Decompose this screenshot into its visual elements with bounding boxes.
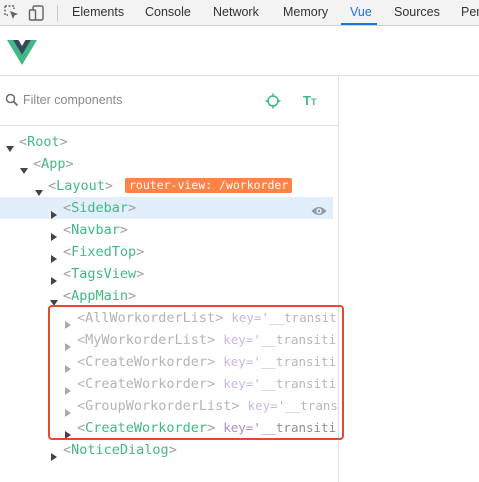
collapsed-arrow-icon[interactable]: [64, 402, 72, 417]
expanded-arrow-icon[interactable]: [50, 292, 58, 306]
tree-node-create-workorder[interactable]: <CreateWorkorder> key='__transiti: [0, 351, 337, 373]
tree-node-navbar[interactable]: <Navbar>: [0, 219, 337, 241]
key-attr-label: key=: [231, 310, 262, 325]
key-attr-label: key=: [223, 376, 254, 391]
tree-node-layout[interactable]: <Layout> router-view: /workorder: [0, 175, 337, 197]
tab-elements[interactable]: Elements: [72, 0, 124, 25]
collapsed-arrow-icon[interactable]: [50, 226, 58, 241]
component-name: CreateWorkorder: [85, 420, 208, 436]
component-name: Navbar: [71, 222, 120, 238]
key-attr-value: '__trans: [277, 398, 337, 413]
component-inspector-panel: [339, 76, 479, 482]
tree-node-create-workorder-active[interactable]: <CreateWorkorder> key='__transiti: [0, 417, 337, 439]
tab-console[interactable]: Console: [145, 0, 191, 25]
eye-icon[interactable]: [311, 202, 327, 215]
component-name: NoticeDialog: [71, 442, 169, 458]
key-attr-value: '__transiti: [253, 354, 337, 369]
active-tab-indicator: [341, 23, 377, 25]
tab-vue[interactable]: Vue: [350, 0, 372, 25]
key-attr-label: key=: [223, 420, 254, 435]
tree-node-sidebar[interactable]: <Sidebar>: [0, 197, 333, 219]
key-attr-value: '__transiti: [253, 420, 337, 435]
component-name: AppMain: [71, 288, 129, 304]
expanded-arrow-icon[interactable]: [20, 160, 28, 174]
component-name: App: [41, 156, 66, 172]
tree-node-my-workorder-list[interactable]: <MyWorkorderList> key='__transiti: [0, 329, 337, 351]
tab-sources[interactable]: Sources: [394, 0, 440, 25]
vue-devtools-header: [0, 26, 479, 76]
tree-node-tagsview[interactable]: <TagsView>: [0, 263, 337, 285]
tree-node-group-workorder-list[interactable]: <GroupWorkorderList> key='__trans: [0, 395, 337, 417]
collapsed-arrow-icon[interactable]: [64, 314, 72, 329]
key-attr-label: key=: [223, 354, 254, 369]
component-name: Root: [27, 134, 60, 150]
collapsed-arrow-icon[interactable]: [64, 424, 72, 439]
device-toolbar-icon[interactable]: [28, 4, 46, 22]
collapsed-arrow-icon[interactable]: [64, 358, 72, 373]
component-name: FixedTop: [71, 244, 137, 260]
devtools-tab-bar: Elements Console Network Memory Vue Sour…: [0, 0, 479, 26]
component-name: Sidebar: [71, 200, 129, 216]
toolbar-separator: [57, 5, 58, 21]
tree-node-noticedialog[interactable]: <NoticeDialog>: [0, 439, 337, 461]
tree-node-create-workorder[interactable]: <CreateWorkorder> key='__transiti: [0, 373, 337, 395]
component-name: Layout: [56, 178, 105, 194]
tree-node-all-workorder-list[interactable]: <AllWorkorderList> key='__transiti: [0, 307, 337, 329]
tree-node-app[interactable]: <App>: [0, 153, 337, 175]
component-tree: <Root> <App> <Layout> router-view: /work…: [0, 76, 337, 482]
router-view-badge: router-view: /workorder: [125, 178, 293, 193]
key-attr-value: '__transiti: [253, 376, 337, 391]
key-attr-value: '__transiti: [253, 332, 337, 347]
tab-network[interactable]: Network: [213, 0, 259, 25]
components-panel: T T <Root> <App> <Layout> router-view: /…: [0, 76, 339, 482]
component-name: CreateWorkorder: [85, 354, 208, 370]
collapsed-arrow-icon[interactable]: [64, 380, 72, 395]
key-attr-label: key=: [223, 332, 254, 347]
tree-node-root[interactable]: <Root>: [0, 131, 337, 153]
tree-node-appmain[interactable]: <AppMain>: [0, 285, 337, 307]
tab-performance[interactable]: Perf: [461, 0, 479, 25]
key-attr-value: '__transiti: [261, 310, 337, 325]
expanded-arrow-icon[interactable]: [35, 182, 43, 196]
collapsed-arrow-icon[interactable]: [50, 248, 58, 263]
component-name: MyWorkorderList: [85, 332, 208, 348]
collapsed-arrow-icon[interactable]: [64, 336, 72, 351]
vue-logo-icon: [7, 38, 37, 66]
collapsed-arrow-icon[interactable]: [50, 270, 58, 285]
key-attr-label: key=: [247, 398, 278, 413]
inspect-element-icon[interactable]: [3, 4, 21, 22]
expanded-arrow-icon[interactable]: [6, 138, 14, 152]
component-name: AllWorkorderList: [85, 310, 216, 326]
component-name: TagsView: [71, 266, 137, 282]
component-name: CreateWorkorder: [85, 376, 208, 392]
tab-memory[interactable]: Memory: [283, 0, 328, 25]
component-name: GroupWorkorderList: [85, 398, 232, 414]
tree-node-fixedtop[interactable]: <FixedTop>: [0, 241, 337, 263]
collapsed-arrow-icon[interactable]: [50, 446, 58, 461]
collapsed-arrow-icon[interactable]: [50, 204, 58, 219]
